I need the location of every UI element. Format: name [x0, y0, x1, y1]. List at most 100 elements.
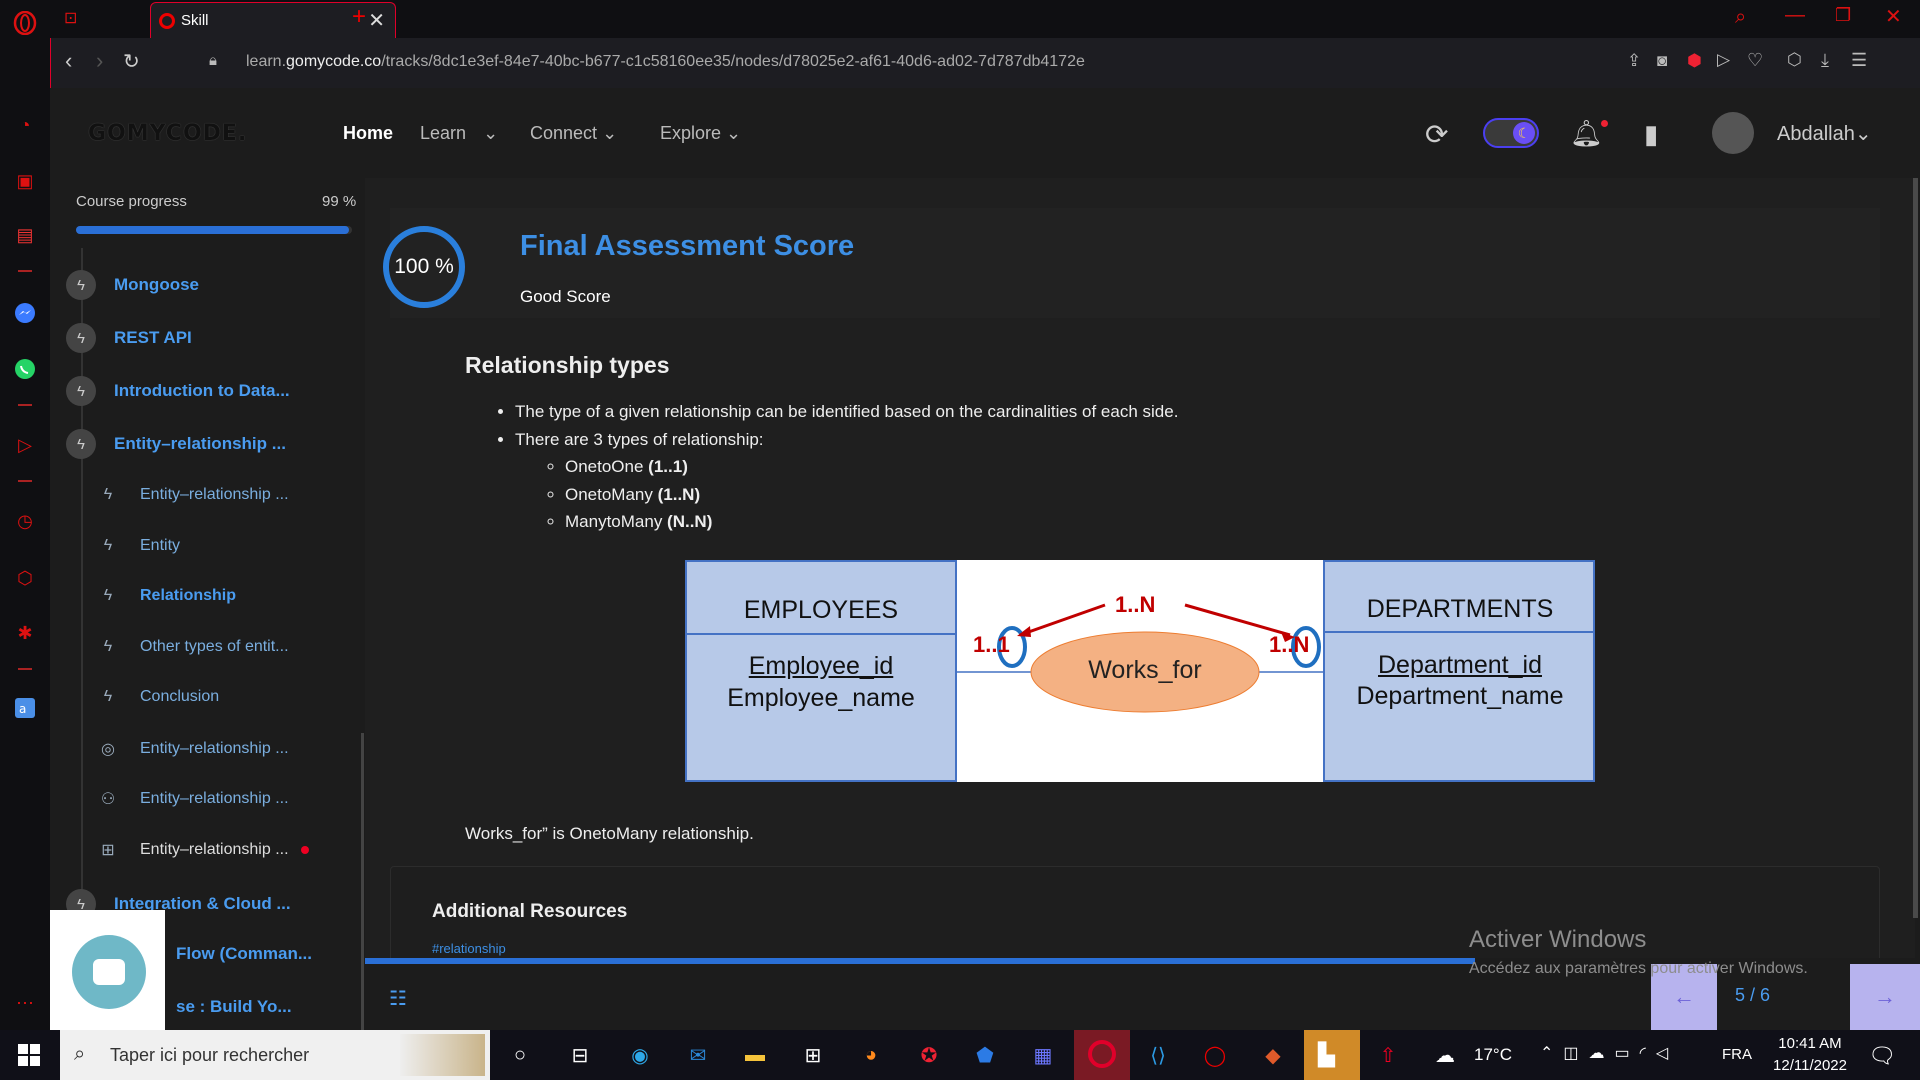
- lock-icon[interactable]: 🔒︎: [209, 52, 217, 69]
- nav-home[interactable]: Home: [343, 123, 393, 144]
- file-explorer-icon[interactable]: ▬: [740, 1040, 770, 1070]
- search-tabs-icon[interactable]: ⌕: [1735, 6, 1746, 29]
- gamepad-icon[interactable]: ⊡: [64, 8, 77, 28]
- edge-icon[interactable]: ◉: [625, 1040, 655, 1070]
- back-icon[interactable]: ‹: [65, 48, 72, 74]
- store-icon[interactable]: ⊞: [798, 1040, 828, 1070]
- lesson-progress-bar: [365, 958, 1475, 964]
- cortana-icon[interactable]: ○: [505, 1040, 535, 1070]
- taskbar-search[interactable]: ⌕ Taper ici pour rechercher: [60, 1030, 490, 1080]
- lesson-item[interactable]: ϟ Entity: [98, 537, 180, 555]
- url-field[interactable]: learn.gomycode.co/tracks/8dc1e3ef-84e7-4…: [246, 53, 1085, 71]
- lesson-item-active[interactable]: ϟ Relationship: [98, 587, 236, 605]
- progress-value: 99 %: [322, 193, 357, 210]
- mail-icon[interactable]: ✉: [683, 1040, 713, 1070]
- minimize-icon[interactable]: —: [1785, 4, 1805, 27]
- lesson-item[interactable]: ⊞ Entity–relationship ...: [98, 840, 309, 860]
- chat-icon[interactable]: ▮: [1644, 119, 1658, 150]
- forward-icon[interactable]: ›: [96, 48, 103, 74]
- git-icon[interactable]: ◆: [1258, 1040, 1288, 1070]
- cube-icon[interactable]: ⬡: [1787, 50, 1802, 70]
- twitch-icon[interactable]: ▤: [12, 222, 38, 248]
- lesson-item[interactable]: ϟ Conclusion: [98, 688, 219, 706]
- section-heading: Relationship types: [465, 352, 670, 378]
- heart-icon[interactable]: ♡: [1747, 50, 1763, 71]
- sidebar-module-er[interactable]: ϟ Entity–relationship ...: [66, 429, 286, 459]
- vscode-icon[interactable]: ⟨⟩: [1143, 1040, 1173, 1070]
- language-indicator[interactable]: FRA: [1722, 1046, 1752, 1063]
- system-tray-icons[interactable]: ⌃◫☁▭◜◁: [1540, 1043, 1678, 1063]
- temperature[interactable]: 17°C: [1474, 1045, 1512, 1065]
- briefcase-icon[interactable]: ▣: [12, 168, 38, 194]
- player-icon[interactable]: ▷: [12, 432, 38, 458]
- left-arrow: [1019, 603, 1106, 637]
- sidebar-module-build[interactable]: se : Build Yo...: [176, 997, 292, 1017]
- close-window-icon[interactable]: ✕: [1885, 4, 1902, 29]
- bolt-icon: ϟ: [66, 429, 96, 459]
- left-entity-name: EMPLOYEES: [743, 596, 899, 624]
- lesson-item[interactable]: ϟ Other types of entit...: [98, 638, 289, 656]
- firefox-icon[interactable]: ◕: [856, 1040, 886, 1070]
- sidebar-module-mongoose[interactable]: ϟ Mongoose: [66, 270, 199, 300]
- nav-connect[interactable]: Connect ⌄: [530, 123, 617, 144]
- settings-icon[interactable]: ✱: [12, 620, 38, 646]
- menu-icon[interactable]: ☰: [1851, 50, 1867, 71]
- send-icon[interactable]: ▷: [1717, 50, 1730, 70]
- clock-time[interactable]: 10:41 AM: [1773, 1035, 1847, 1052]
- reload-icon[interactable]: ↻: [123, 49, 140, 74]
- windows-start-icon[interactable]: [14, 1040, 44, 1070]
- weather-icon[interactable]: ☁: [1430, 1040, 1460, 1070]
- shield-icon[interactable]: ⬢: [1687, 51, 1702, 71]
- nav-learn[interactable]: Learn ⌄: [420, 123, 498, 144]
- notification-center-icon[interactable]: 🗨︎: [1868, 1043, 1896, 1069]
- opera-gx-taskbar-item[interactable]: [1074, 1030, 1130, 1080]
- upload-app-icon[interactable]: ⇧: [1373, 1040, 1403, 1070]
- more-icon[interactable]: ⋯: [12, 990, 38, 1016]
- cube-icon[interactable]: ⬡: [12, 565, 38, 591]
- address-bar: ‹ › ↻ 🔒︎ learn.gomycode.co/tracks/8dc1e3…: [50, 38, 1920, 88]
- camera-icon[interactable]: ◙: [1657, 51, 1667, 71]
- messenger-icon[interactable]: [12, 300, 38, 326]
- lesson-item[interactable]: ⚇ Entity–relationship ...: [98, 789, 289, 809]
- activation-watermark-title: Activer Windows: [1469, 926, 1647, 953]
- logo[interactable]: GOMYCODE.: [88, 121, 247, 146]
- sidebar-module-flow[interactable]: Flow (Comman...: [176, 944, 312, 964]
- clock-date[interactable]: 12/11/2022: [1768, 1057, 1852, 1074]
- active-window-taskbar-item[interactable]: ▙: [1304, 1030, 1360, 1080]
- sidebar-scrollbar[interactable]: [361, 733, 364, 1033]
- whatsapp-icon[interactable]: [12, 356, 38, 382]
- chat-widget-button[interactable]: [72, 935, 146, 1009]
- history-icon[interactable]: ◷: [12, 508, 38, 534]
- bell-icon[interactable]: 🔔︎: [1570, 118, 1603, 149]
- next-page-button[interactable]: →: [1850, 964, 1920, 1030]
- share-icon[interactable]: ⇪: [1627, 51, 1641, 71]
- nav-explore[interactable]: Explore ⌄: [660, 123, 741, 144]
- resource-tag[interactable]: #relationship: [432, 941, 506, 956]
- download-icon[interactable]: ⤓: [1821, 50, 1829, 71]
- close-tab-icon[interactable]: ✕: [368, 8, 385, 33]
- opera-logo-icon[interactable]: [12, 10, 38, 36]
- notification-dot: [1601, 120, 1608, 127]
- sync-icon[interactable]: ⟳: [1425, 118, 1448, 151]
- er-diagram: EMPLOYEES Employee_id Employee_name Work…: [685, 560, 1595, 782]
- task-view-icon[interactable]: ⊟: [565, 1040, 595, 1070]
- vpn-shield-icon[interactable]: ⬟: [970, 1040, 1000, 1070]
- left-entity-key: Employee_id: [748, 652, 894, 680]
- speed-dial-icon[interactable]: ◔: [12, 112, 38, 138]
- restore-icon[interactable]: ❐: [1835, 5, 1851, 26]
- translate-icon[interactable]: a: [12, 695, 38, 721]
- sidebar-module-intro-data[interactable]: ϟ Introduction to Data...: [66, 376, 290, 406]
- antivirus-icon[interactable]: ✪: [914, 1040, 944, 1070]
- new-tab-icon[interactable]: +: [352, 3, 366, 31]
- opera-icon[interactable]: ◯: [1200, 1040, 1230, 1070]
- lesson-item[interactable]: ◎ Entity–relationship ...: [98, 739, 289, 759]
- user-menu[interactable]: Abdallah⌄: [1777, 121, 1872, 146]
- avatar[interactable]: [1712, 112, 1754, 154]
- teams-icon[interactable]: ▦: [1028, 1040, 1058, 1070]
- outline-icon[interactable]: ☷: [389, 986, 407, 1011]
- theme-toggle[interactable]: ☾: [1483, 118, 1539, 148]
- sidebar-module-rest-api[interactable]: ϟ REST API: [66, 323, 192, 353]
- main-scrollbar[interactable]: [1913, 178, 1918, 918]
- lesson-item[interactable]: ϟ Entity–relationship ...: [98, 486, 289, 504]
- main-scrollbar-thumb[interactable]: [1913, 178, 1918, 918]
